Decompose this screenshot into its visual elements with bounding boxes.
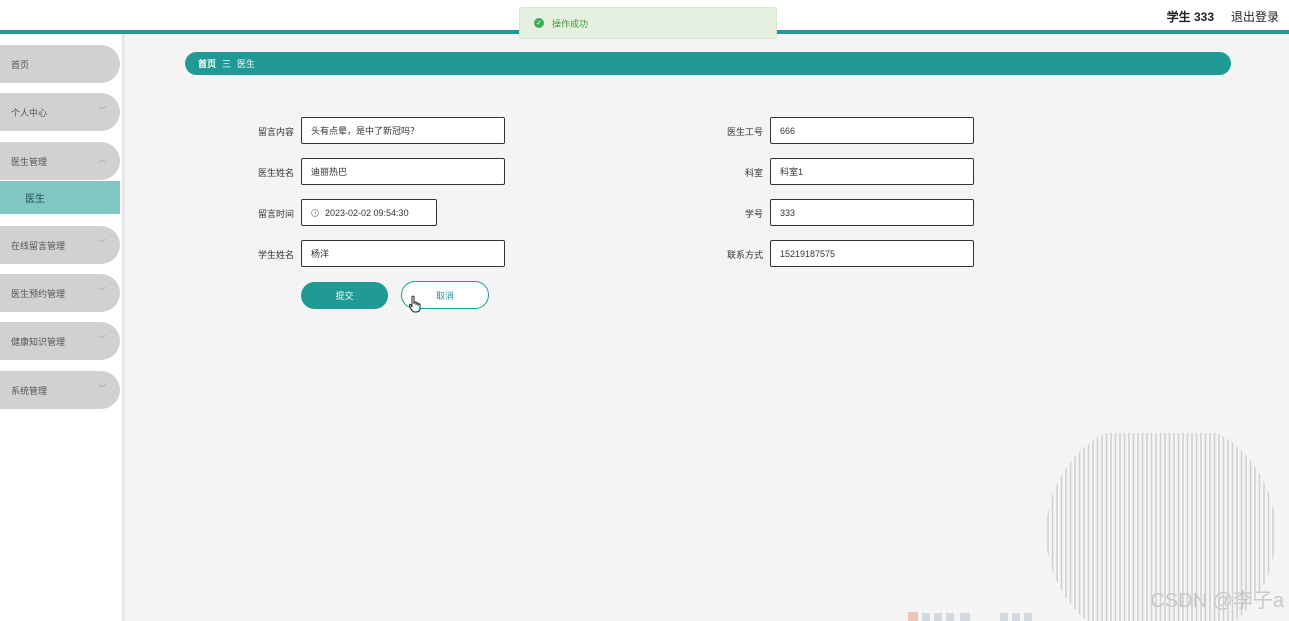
student-id-label: 学号 bbox=[744, 209, 763, 219]
breadcrumb-home[interactable]: 首页 bbox=[198, 57, 216, 70]
doctor-name-label: 医生姓名 bbox=[257, 168, 294, 178]
doctor-name-field[interactable]: 迪丽热巴 bbox=[301, 158, 505, 185]
breadcrumb-separator-icon: 三 bbox=[222, 59, 232, 69]
success-check-icon: ✓ bbox=[534, 18, 544, 28]
breadcrumb-current: 医生 bbox=[237, 59, 256, 69]
doctor-id-field[interactable]: 666 bbox=[770, 117, 974, 144]
hand-cursor-icon bbox=[409, 295, 421, 313]
student-id-field[interactable]: 333 bbox=[770, 199, 974, 226]
sidebar-item-label: 系统管理 bbox=[11, 385, 48, 396]
sidebar-item-label: 个人中心 bbox=[11, 107, 48, 118]
sidebar-divider bbox=[122, 34, 126, 621]
contact-field[interactable]: 15219187575 bbox=[770, 240, 974, 267]
chevron-down-icon: ﹀ bbox=[98, 106, 106, 115]
chevron-up-icon: ︿ bbox=[98, 155, 106, 164]
doctor-name-value: 迪丽热巴 bbox=[311, 167, 348, 177]
csdn-watermark: CSDN @李子a bbox=[1150, 590, 1284, 612]
sidebar-item-system-management[interactable]: 系统管理 ﹀ bbox=[0, 371, 120, 409]
chevron-down-icon: ﹀ bbox=[98, 384, 106, 393]
message-content-field[interactable]: 头有点晕，是中了新冠吗？ bbox=[301, 117, 505, 144]
student-name-field[interactable]: 杨洋 bbox=[301, 240, 505, 267]
message-content-label: 留言内容 bbox=[257, 127, 294, 137]
doctor-id-value: 666 bbox=[780, 125, 796, 136]
submit-button[interactable]: 提交 bbox=[301, 282, 388, 309]
user-name: 学生 333 bbox=[1166, 10, 1214, 24]
breadcrumb: 首页 三 医生 bbox=[185, 52, 1231, 75]
sidebar-item-health-knowledge[interactable]: 健康知识管理 ﹀ bbox=[0, 322, 120, 360]
sidebar-item-label: 医生预约管理 bbox=[11, 288, 66, 299]
chevron-down-icon: ﹀ bbox=[98, 335, 106, 344]
sidebar-item-doctor-management[interactable]: 医生管理 ︿ bbox=[0, 142, 120, 180]
sidebar-item-online-message[interactable]: 在线留言管理 ﹀ bbox=[0, 226, 120, 264]
student-name-label: 学生姓名 bbox=[257, 250, 294, 260]
department-field[interactable]: 科室1 bbox=[770, 158, 974, 185]
contact-label: 联系方式 bbox=[726, 250, 763, 260]
sidebar-item-label: 首页 bbox=[11, 59, 30, 70]
message-time-picker[interactable]: 2023-02-02 09:54:30 bbox=[301, 199, 437, 226]
doctor-id-label: 医生工号 bbox=[726, 127, 763, 137]
sidebar-item-label: 医生管理 bbox=[11, 156, 48, 167]
sidebar-item-label: 健康知识管理 bbox=[11, 336, 66, 347]
department-label: 科室 bbox=[744, 168, 763, 178]
toast-message: 操作成功 bbox=[552, 18, 589, 29]
department-value: 科室1 bbox=[780, 167, 804, 177]
message-content-value: 头有点晕，是中了新冠吗？ bbox=[311, 126, 420, 136]
student-name-value: 杨洋 bbox=[311, 249, 330, 259]
sidebar-item-doctor-appointment[interactable]: 医生预约管理 ﹀ bbox=[0, 274, 120, 312]
sidebar-item-doctor[interactable]: 医生 bbox=[0, 181, 120, 214]
contact-value: 15219187575 bbox=[780, 248, 836, 259]
message-time-label: 留言时间 bbox=[257, 209, 294, 219]
sidebar-item-personal-center[interactable]: 个人中心 ﹀ bbox=[0, 93, 120, 131]
chevron-down-icon: ﹀ bbox=[98, 287, 106, 296]
sidebar-item-label: 医生 bbox=[25, 194, 45, 205]
sidebar-item-home[interactable]: 首页 bbox=[0, 45, 120, 83]
chevron-down-icon: ﹀ bbox=[98, 239, 106, 248]
logout-link[interactable]: 退出登录 bbox=[1231, 8, 1279, 25]
message-time-value: 2023-02-02 09:54:30 bbox=[325, 207, 409, 218]
success-toast: ✓ 操作成功 bbox=[519, 7, 777, 39]
student-id-value: 333 bbox=[780, 207, 796, 218]
clock-icon bbox=[311, 208, 319, 217]
floating-toolbar-ghost bbox=[908, 612, 1032, 621]
sidebar-item-label: 在线留言管理 bbox=[11, 240, 66, 251]
